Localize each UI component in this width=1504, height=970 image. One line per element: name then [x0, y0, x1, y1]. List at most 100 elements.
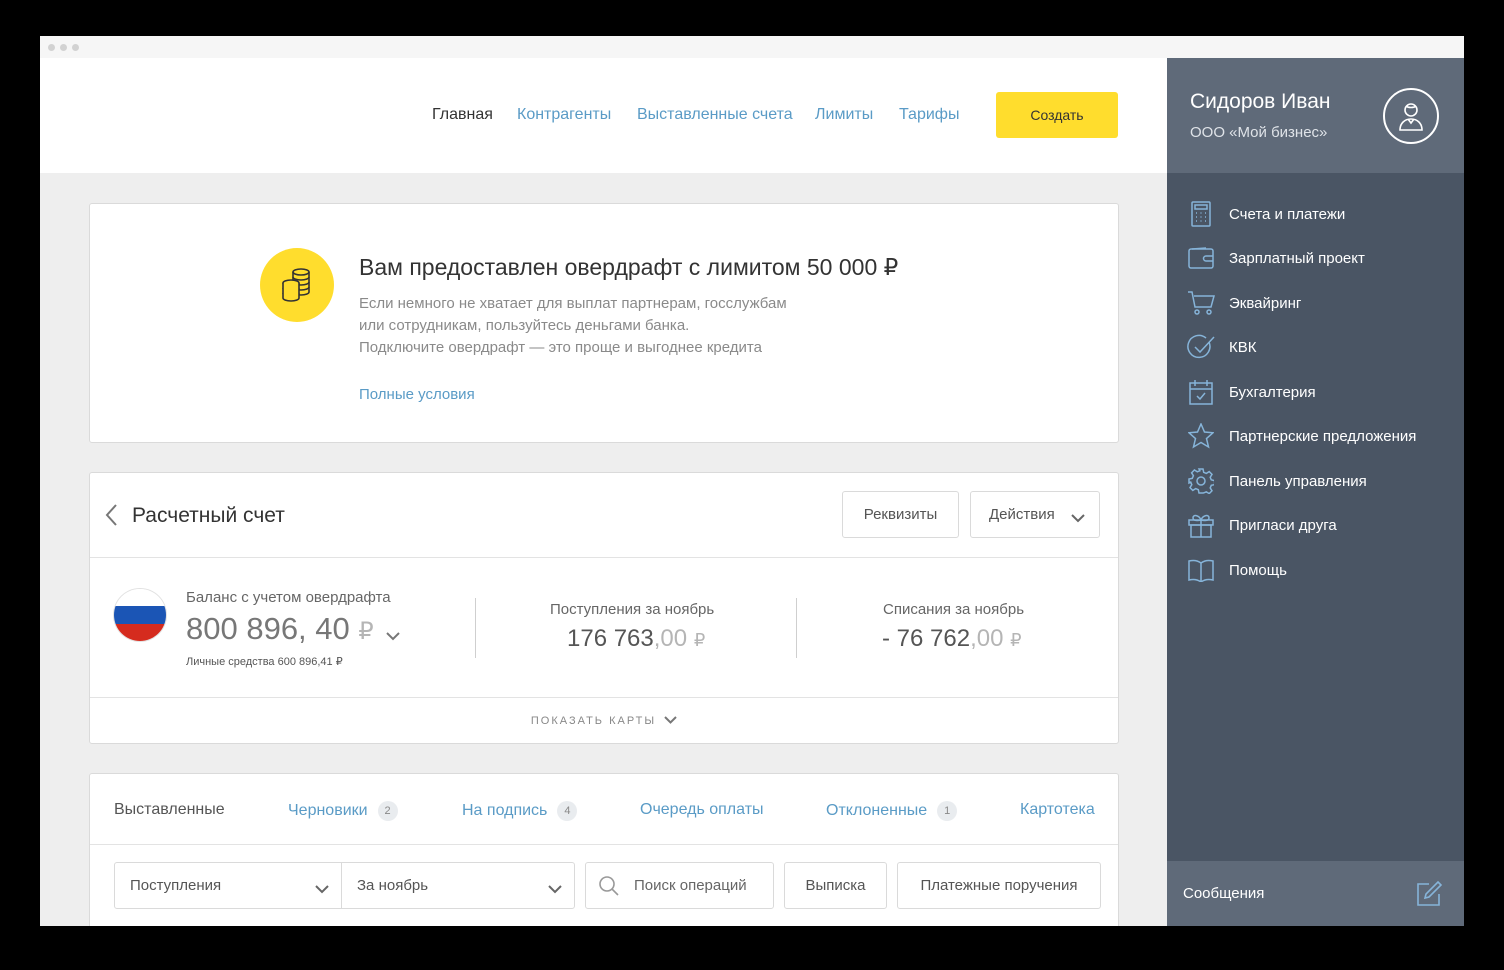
window-close-dot[interactable]: [48, 44, 55, 51]
tab-label: На подпись: [462, 802, 548, 819]
sidebar-item-partner-offers[interactable]: Партнерские предложения: [1187, 421, 1457, 451]
sidebar-item-label: Зарплатный проект: [1229, 249, 1365, 267]
tab-file-cabinet[interactable]: Картотека: [1020, 801, 1095, 819]
tab-rejected[interactable]: Отклоненные 1: [826, 801, 958, 821]
messages-label: Сообщения: [1183, 885, 1265, 902]
balance-value: 800 896, 40: [186, 611, 350, 646]
avatar-icon[interactable]: [1383, 88, 1439, 144]
window-titlebar: [40, 36, 1464, 58]
tabs-divider: [90, 844, 1118, 845]
payments-card: Выставленные Черновики 2 На подпись 4 Оч…: [89, 773, 1119, 926]
check-circle-icon: [1187, 333, 1215, 361]
sidebar: Сидоров Иван ООО «Мой бизнес» Счета и пл…: [1167, 58, 1464, 926]
income-cents: ,00: [653, 625, 688, 652]
window-zoom-dot[interactable]: [72, 44, 79, 51]
sidebar-item-control-panel[interactable]: Панель управления: [1187, 466, 1457, 496]
star-icon: [1187, 422, 1215, 450]
wallet-icon: [1187, 244, 1215, 272]
back-chevron-icon[interactable]: [104, 503, 118, 532]
sidebar-item-help[interactable]: Помощь: [1187, 555, 1457, 585]
sidebar-item-acquiring[interactable]: Эквайринг: [1187, 288, 1457, 318]
sidebar-item-kvk[interactable]: КВК: [1187, 332, 1457, 362]
search-placeholder: Поиск операций: [634, 877, 747, 894]
requisites-button[interactable]: Реквизиты: [842, 491, 959, 538]
tab-to-sign[interactable]: На подпись 4: [462, 801, 578, 821]
filter-period-select[interactable]: За ноябрь: [341, 862, 575, 909]
overdraft-text-line: Подключите овердрафт — это проще и выгод…: [359, 339, 762, 356]
window-minimize-dot[interactable]: [60, 44, 67, 51]
profile-header[interactable]: Сидоров Иван ООО «Мой бизнес»: [1167, 58, 1464, 173]
outcome-currency: ₽: [1010, 630, 1022, 650]
outcome-value: - 76 762: [882, 625, 971, 652]
payment-orders-button[interactable]: Платежные поручения: [897, 862, 1101, 909]
calendar-icon: [1187, 378, 1215, 406]
divider: [475, 598, 476, 658]
sidebar-item-accounts[interactable]: Счета и платежи: [1187, 199, 1457, 229]
sidebar-item-label: Помощь: [1229, 561, 1287, 579]
sidebar-item-label: Бухгалтерия: [1229, 383, 1316, 401]
user-name: Сидоров Иван: [1190, 90, 1331, 113]
user-company: ООО «Мой бизнес»: [1190, 124, 1328, 141]
account-title: Расчетный счет: [132, 504, 285, 527]
search-icon: [598, 875, 620, 897]
sidebar-item-invite-friend[interactable]: Пригласи друга: [1187, 510, 1457, 540]
income-amount: 176 763,00 ₽: [567, 625, 705, 653]
outcome-amount: - 76 762,00 ₽: [882, 625, 1022, 653]
balance-chevron-icon[interactable]: [386, 613, 401, 649]
sidebar-item-label: Счета и платежи: [1229, 205, 1346, 223]
tab-label: Отклоненные: [826, 802, 928, 819]
tab-issued[interactable]: Выставленные: [114, 801, 225, 819]
sidebar-item-label: КВК: [1229, 338, 1257, 356]
balance-currency: ₽: [358, 618, 374, 645]
balance-amount[interactable]: 800 896, 40 ₽: [186, 611, 401, 649]
income-value: 176 763: [567, 625, 654, 652]
nav-counterparties[interactable]: Контрагенты: [517, 106, 611, 124]
calculator-icon: [1187, 200, 1215, 228]
full-terms-link[interactable]: Полные условия: [359, 386, 475, 403]
top-navigation: Главная Контрагенты Выставленные счета Л…: [40, 58, 1167, 173]
tab-label: Очередь оплаты: [640, 801, 764, 818]
filter-type-value: Поступления: [130, 877, 222, 894]
actions-dropdown[interactable]: Действия: [970, 491, 1100, 538]
overdraft-card: Вам предоставлен овердрафт с лимитом 50 …: [89, 203, 1119, 443]
account-header: Расчетный счет Реквизиты Действия: [90, 473, 1118, 558]
own-funds-text: Личные средства 600 896,41 ₽: [186, 656, 343, 668]
balance-label: Баланс с учетом овердрафта: [186, 589, 391, 606]
payment-orders-label: Платежные поручения: [920, 877, 1078, 894]
tab-label: Выставленные: [114, 801, 225, 818]
outcome-cents: ,00: [970, 625, 1004, 652]
compose-icon[interactable]: [1415, 880, 1443, 913]
show-cards-label: ПОКАЗАТЬ КАРТЫ: [530, 715, 657, 727]
outcome-label: Списания за ноябрь: [883, 601, 1025, 618]
nav-tariffs[interactable]: Тарифы: [899, 106, 959, 124]
sidebar-item-salary[interactable]: Зарплатный проект: [1187, 243, 1457, 273]
sidebar-item-label: Эквайринг: [1229, 294, 1302, 312]
sidebar-item-accounting[interactable]: Бухгалтерия: [1187, 377, 1457, 407]
gear-icon: [1187, 467, 1215, 495]
tab-payment-queue[interactable]: Очередь оплаты: [640, 801, 764, 819]
filter-type-select[interactable]: Поступления: [114, 862, 342, 909]
chevron-down-icon: [664, 715, 677, 727]
nav-home[interactable]: Главная: [432, 106, 493, 124]
main-area: Главная Контрагенты Выставленные счета Л…: [40, 58, 1167, 926]
overdraft-title: Вам предоставлен овердрафт с лимитом 50 …: [359, 254, 899, 280]
overdraft-text-line: Если немного не хватает для выплат партн…: [359, 295, 787, 312]
account-card: Расчетный счет Реквизиты Действия Баланс…: [89, 472, 1119, 744]
overdraft-text-line: или сотрудникам, пользуйтесь деньгами ба…: [359, 317, 690, 334]
divider: [796, 598, 797, 658]
nav-issued-invoices[interactable]: Выставленные счета: [637, 106, 793, 124]
tab-drafts[interactable]: Черновики 2: [288, 801, 398, 821]
russia-flag-icon: [114, 589, 166, 641]
requisites-label: Реквизиты: [863, 506, 938, 523]
income-currency: ₽: [693, 630, 706, 650]
actions-label: Действия: [989, 506, 1055, 523]
search-input[interactable]: Поиск операций: [585, 862, 774, 909]
cart-icon: [1187, 289, 1215, 317]
coins-icon: [260, 248, 334, 322]
show-cards-toggle[interactable]: ПОКАЗАТЬ КАРТЫ: [90, 697, 1118, 744]
nav-limits[interactable]: Лимиты: [815, 106, 873, 124]
count-badge: 2: [377, 801, 398, 821]
statement-button[interactable]: Выписка: [784, 862, 887, 909]
messages-bar[interactable]: Сообщения: [1167, 861, 1464, 926]
create-button[interactable]: Создать: [996, 92, 1118, 138]
